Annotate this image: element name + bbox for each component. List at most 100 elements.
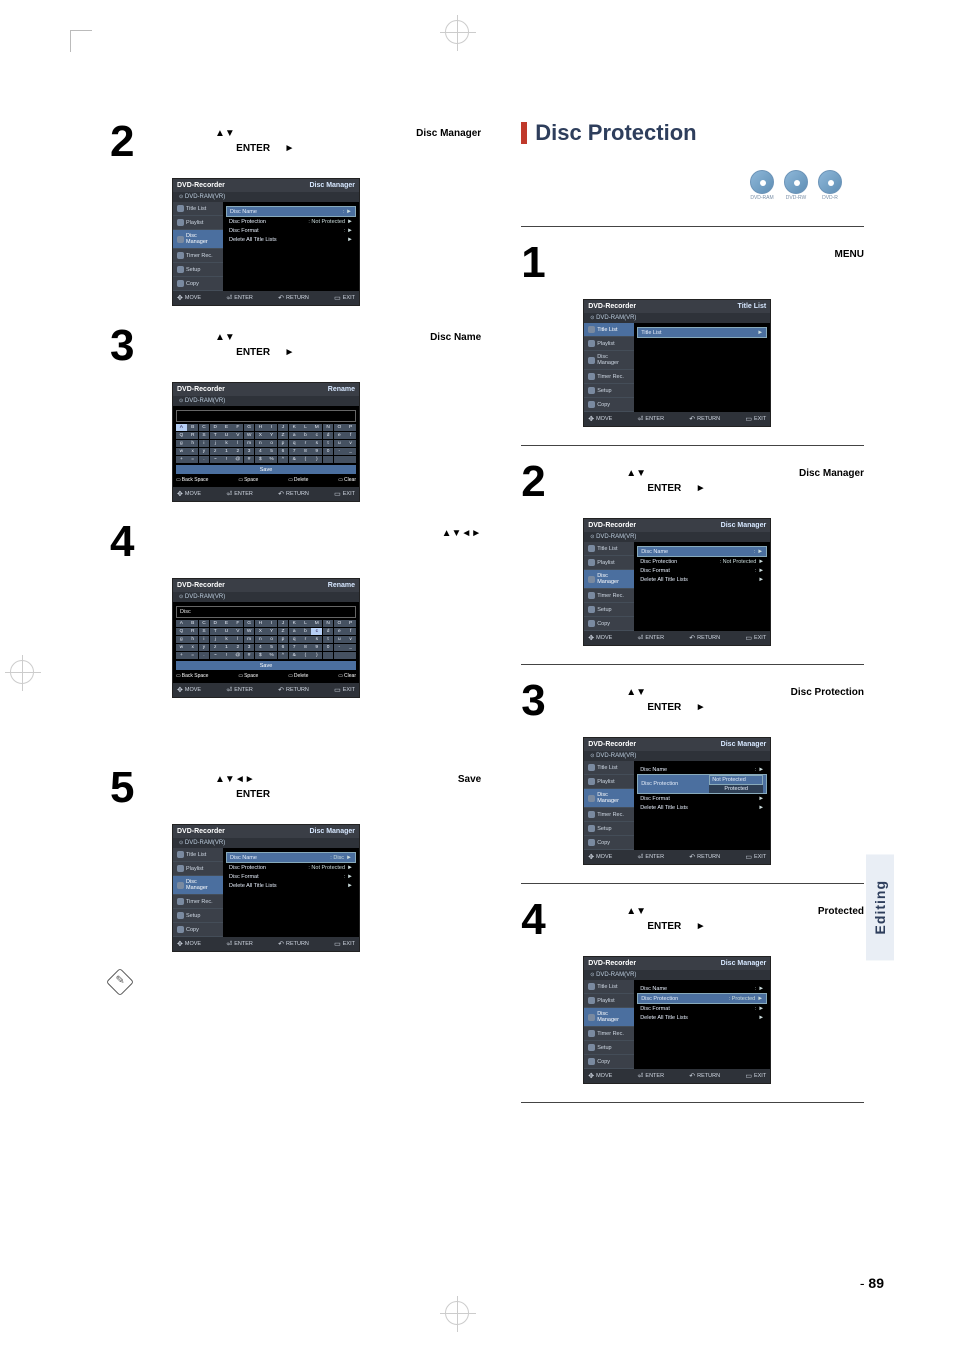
sidebar-item-titlelist[interactable]: Title List bbox=[597, 327, 617, 333]
sidebar-item-setup[interactable]: Setup bbox=[186, 913, 200, 919]
sidebar-item-playlist[interactable]: Playlist bbox=[186, 220, 203, 226]
rename-field[interactable]: Disc bbox=[176, 606, 356, 618]
sidebar-item-playlist[interactable]: Playlist bbox=[597, 341, 614, 347]
save-button[interactable]: Save bbox=[176, 661, 356, 670]
osd-subtitle: DVD-RAM(VR) bbox=[185, 594, 225, 600]
row-discname[interactable]: Disc Name:► bbox=[637, 546, 767, 557]
row-discprot[interactable]: Disc Protection: Not Protected► bbox=[226, 217, 356, 226]
osd-subtitle: DVD-RAM(VR) bbox=[596, 315, 636, 321]
osd-footer: ✥MOVE ⏎ENTER ↶RETURN ▭EXIT bbox=[173, 291, 359, 305]
kbd-space[interactable]: Space bbox=[244, 477, 258, 483]
sidebar-item-setup[interactable]: Setup bbox=[597, 1045, 611, 1051]
sidebar-item-copy[interactable]: Copy bbox=[597, 840, 610, 846]
kbd-clear[interactable]: Clear bbox=[344, 673, 356, 679]
osd-title: DVD-Recorder bbox=[177, 582, 225, 589]
sidebar-item-discmanager[interactable]: Disc Manager bbox=[186, 879, 219, 891]
row-discprot[interactable]: Disc Protection: Not Protected► bbox=[226, 863, 356, 872]
step-number: 4 bbox=[521, 898, 565, 942]
sidebar-item-titlelist[interactable]: Title List bbox=[186, 852, 206, 858]
step-number: 4 bbox=[110, 520, 154, 564]
row-discname[interactable]: Disc Name:► bbox=[637, 765, 767, 774]
save-button[interactable]: Save bbox=[176, 465, 356, 474]
row-discname[interactable]: Disc Name:► bbox=[226, 206, 356, 217]
enter-label: ENTER bbox=[647, 483, 681, 494]
row-discfmt[interactable]: Disc Format:► bbox=[226, 872, 356, 881]
row-delall[interactable]: Delete All Title Lists► bbox=[637, 575, 767, 584]
side-tab-editing: Editing bbox=[866, 854, 894, 960]
note-icon bbox=[106, 968, 134, 996]
sidebar-item-titlelist[interactable]: Title List bbox=[186, 206, 206, 212]
sidebar-item-titlelist[interactable]: Title List bbox=[597, 546, 617, 552]
row-discfmt[interactable]: Disc Format► bbox=[637, 794, 767, 803]
sidebar-item-timerrec[interactable]: Timer Rec. bbox=[186, 899, 213, 905]
sidebar-item-setup[interactable]: Setup bbox=[597, 388, 611, 394]
row-discname[interactable]: Disc Name: Disc► bbox=[226, 852, 356, 863]
picked-item: Disc Name bbox=[430, 330, 481, 345]
onscreen-keyboard[interactable]: ABCDEFGHIJKLMNOP QRSTUVWXYZabcdef ghijkl… bbox=[176, 620, 356, 679]
rename-field[interactable] bbox=[176, 410, 356, 422]
nav-sym: ▲▼◄► bbox=[215, 774, 255, 785]
row-delall[interactable]: Delete All Title Lists► bbox=[226, 881, 356, 890]
sidebar-item-discmanager[interactable]: Disc Manager bbox=[597, 354, 630, 366]
sidebar-item-setup[interactable]: Setup bbox=[597, 607, 611, 613]
sidebar-item-titlelist[interactable]: Title List bbox=[597, 765, 617, 771]
row-delall[interactable]: Delete All Title Lists► bbox=[226, 235, 356, 244]
row-discprot[interactable]: Disc Protection: Not Protected► bbox=[637, 557, 767, 566]
sidebar-item-playlist[interactable]: Playlist bbox=[186, 866, 203, 872]
arrow-label: ► bbox=[696, 702, 706, 713]
row-delall[interactable]: Delete All Title Lists► bbox=[637, 803, 767, 812]
sidebar-item-setup[interactable]: Setup bbox=[186, 267, 200, 273]
sidebar-item-playlist[interactable]: Playlist bbox=[597, 560, 614, 566]
sidebar-item-setup[interactable]: Setup bbox=[597, 826, 611, 832]
step-number: 1 bbox=[521, 241, 565, 285]
row-discfmt[interactable]: Disc Format:► bbox=[637, 566, 767, 575]
sidebar-item-copy[interactable]: Copy bbox=[186, 281, 199, 287]
row-delall[interactable]: Delete All Title Lists► bbox=[637, 1013, 767, 1022]
sidebar-item-copy[interactable]: Copy bbox=[597, 621, 610, 627]
row-discprot[interactable]: Disc Protection: Protected► bbox=[637, 993, 767, 1004]
osd-corner: Disc Manager bbox=[309, 828, 355, 835]
row-titlelist[interactable]: Title List► bbox=[637, 327, 767, 338]
picked-item: Disc Protection bbox=[791, 685, 864, 700]
osd-disc-manager-named: DVD-RecorderDisc Manager ⊙ DVD-RAM(VR) T… bbox=[172, 824, 360, 952]
sidebar-item-titlelist[interactable]: Title List bbox=[597, 984, 617, 990]
sidebar-item-timerrec[interactable]: Timer Rec. bbox=[597, 1031, 624, 1037]
opt-protected[interactable]: Protected bbox=[709, 785, 763, 793]
kbd-clear[interactable]: Clear bbox=[344, 477, 356, 483]
row-discprot[interactable]: Disc Protection Not Protected Protected bbox=[637, 774, 767, 794]
sidebar-item-copy[interactable]: Copy bbox=[597, 402, 610, 408]
nav-sym: ▲▼◄► bbox=[442, 526, 482, 541]
osd-corner: Disc Manager bbox=[309, 182, 355, 189]
kbd-backspace[interactable]: Back Space bbox=[182, 673, 209, 679]
arrow-label: ► bbox=[696, 483, 706, 494]
osd-subtitle: DVD-RAM(VR) bbox=[596, 972, 636, 978]
sidebar-item-playlist[interactable]: Playlist bbox=[597, 998, 614, 1004]
row-discfmt[interactable]: Disc Format:► bbox=[226, 226, 356, 235]
kbd-delete[interactable]: Delete bbox=[294, 477, 308, 483]
right-step-4: 4 Press the ▲▼ buttons to select Protect… bbox=[521, 898, 864, 942]
onscreen-keyboard[interactable]: ABCDEFGHIJKLMNOP QRSTUVWXYZabcdef ghijkl… bbox=[176, 424, 356, 483]
note-bullet bbox=[140, 986, 144, 996]
opt-not-protected[interactable]: Not Protected bbox=[709, 775, 763, 785]
osd-corner: Title List bbox=[738, 303, 767, 310]
sidebar-item-discmanager[interactable]: Disc Manager bbox=[597, 792, 630, 804]
sidebar-item-copy[interactable]: Copy bbox=[186, 927, 199, 933]
heading-bar-icon bbox=[521, 122, 527, 144]
osd-dm-protected: DVD-RecorderDisc Manager ⊙ DVD-RAM(VR) T… bbox=[583, 956, 771, 1084]
sidebar-item-timerrec[interactable]: Timer Rec. bbox=[597, 812, 624, 818]
sidebar-item-timerrec[interactable]: Timer Rec. bbox=[597, 374, 624, 380]
sidebar-item-discmanager[interactable]: Disc Manager bbox=[597, 573, 630, 585]
osd-corner: Disc Manager bbox=[721, 522, 767, 529]
row-discfmt[interactable]: Disc Format:► bbox=[637, 1004, 767, 1013]
sidebar-item-discmanager[interactable]: Disc Manager bbox=[186, 233, 219, 245]
sidebar-item-timerrec[interactable]: Timer Rec. bbox=[597, 593, 624, 599]
row-discname[interactable]: Disc Name:► bbox=[637, 984, 767, 993]
kbd-delete[interactable]: Delete bbox=[294, 673, 308, 679]
kbd-backspace[interactable]: Back Space bbox=[182, 477, 209, 483]
sidebar-item-discmanager[interactable]: Disc Manager bbox=[597, 1011, 630, 1023]
kbd-space[interactable]: Space bbox=[244, 673, 258, 679]
badge-dvd-ram: DVD-RAM bbox=[748, 170, 776, 204]
sidebar-item-copy[interactable]: Copy bbox=[597, 1059, 610, 1065]
sidebar-item-timerrec[interactable]: Timer Rec. bbox=[186, 253, 213, 259]
sidebar-item-playlist[interactable]: Playlist bbox=[597, 779, 614, 785]
